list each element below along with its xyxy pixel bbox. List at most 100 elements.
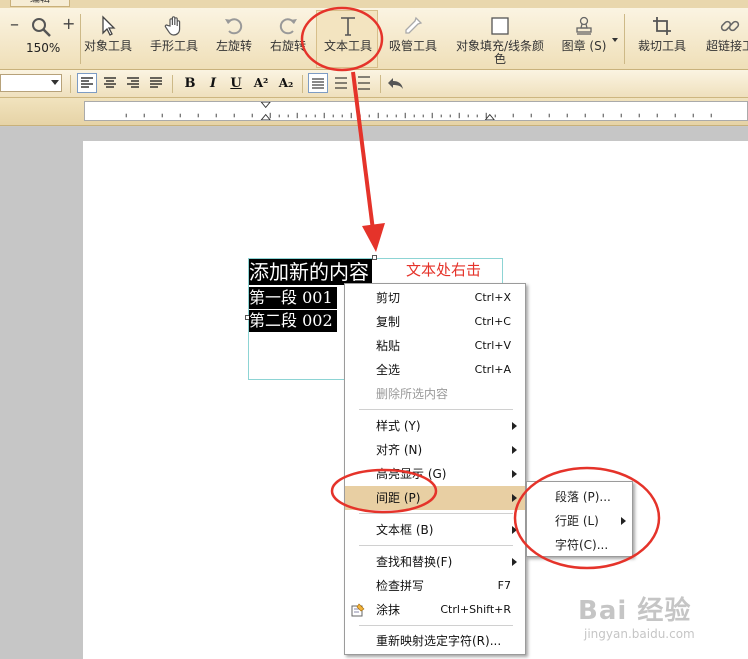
object-tool-button[interactable]: 对象工具	[82, 8, 134, 70]
tool-label: 手形工具	[149, 39, 198, 53]
align-left-button[interactable]	[77, 73, 97, 93]
spacing-submenu: 段落 (P)... 行距 (L) 字符(C)...	[526, 481, 633, 557]
submenu-arrow-icon	[512, 526, 517, 534]
menu-item-label: 检查拼写	[376, 579, 425, 593]
submenu-arrow-icon	[512, 558, 517, 566]
menu-item-label: 样式 (Y)	[376, 419, 421, 433]
text-tool-button[interactable]: 文本工具	[318, 8, 378, 70]
menu-item-label: 复制	[376, 315, 401, 329]
submenu-arrow-icon	[512, 470, 517, 478]
menu-item-shortcut: Ctrl+A	[474, 363, 511, 376]
format-divider	[302, 75, 303, 93]
undo-button[interactable]	[386, 73, 406, 93]
menu-item-spacing[interactable]: 间距 (P)	[345, 486, 525, 510]
submenu-arrow-icon	[621, 517, 626, 525]
tab-edit[interactable]: 编辑	[10, 0, 70, 7]
menu-separator	[359, 513, 513, 514]
hyperlink-icon	[720, 20, 740, 32]
menu-item-label: 间距 (P)	[376, 491, 421, 505]
watermark-brand: Bai 经验	[578, 596, 692, 626]
stamp-dropdown-icon[interactable]	[612, 38, 618, 42]
format-divider	[172, 75, 173, 93]
justify-button[interactable]	[146, 73, 166, 93]
selected-text-line-1[interactable]: 添加新的内容	[249, 259, 372, 285]
menu-item-remap-characters[interactable]: 重新映射选定字符(R)...	[345, 629, 525, 653]
font-size-select[interactable]	[0, 74, 62, 92]
stamp-tool-button[interactable]: 图章 (S)	[556, 8, 612, 70]
menu-item-paste[interactable]: 粘贴 Ctrl+V	[345, 334, 525, 358]
menu-item-shortcut: Ctrl+Shift+R	[440, 603, 511, 616]
menu-item-label: 剪切	[376, 291, 401, 305]
selected-text-line-3[interactable]: 第二段 002	[249, 310, 337, 332]
rotate-right-icon	[279, 18, 297, 35]
crop-icon	[653, 17, 671, 35]
menu-item-label: 文本框 (B)	[376, 523, 434, 537]
tool-label: 图章 (S)	[561, 39, 607, 53]
justify-icon	[150, 77, 162, 88]
spacing-medium-icon	[335, 77, 347, 89]
menu-separator	[359, 625, 513, 626]
menu-item-label: 高亮显示 (G)	[376, 467, 447, 481]
menu-item-align[interactable]: 对齐 (N)	[345, 438, 525, 462]
horizontal-ruler[interactable]	[84, 101, 748, 121]
tool-label: 对象工具	[83, 39, 132, 53]
menu-item-cut[interactable]: 剪切 Ctrl+X	[345, 286, 525, 310]
menu-item-select-all[interactable]: 全选 Ctrl+A	[345, 358, 525, 382]
rotate-right-button[interactable]: 右旋转	[264, 8, 312, 70]
submenu-arrow-icon	[512, 422, 517, 430]
submenu-item-line-spacing[interactable]: 行距 (L)	[527, 509, 632, 533]
menu-item-shortcut: Ctrl+V	[474, 339, 511, 352]
tool-label: 对象填充/线条颜色	[455, 39, 545, 66]
align-center-button[interactable]	[100, 73, 120, 93]
bold-button[interactable]: B	[180, 73, 200, 93]
menu-item-copy[interactable]: 复制 Ctrl+C	[345, 310, 525, 334]
menu-item-text-box[interactable]: 文本框 (B)	[345, 518, 525, 542]
line-spacing-double-button[interactable]	[354, 73, 374, 93]
menu-item-style[interactable]: 样式 (Y)	[345, 414, 525, 438]
zoom-icon[interactable]	[30, 16, 52, 38]
line-spacing-single-button[interactable]	[308, 73, 328, 93]
hand-tool-button[interactable]: 手形工具	[146, 8, 202, 70]
fill-color-tool-button[interactable]: 对象填充/线条颜色	[452, 8, 548, 70]
underline-button[interactable]: U	[226, 73, 246, 93]
hand-icon	[164, 16, 181, 36]
zoom-in-icon[interactable]: +	[62, 14, 75, 33]
italic-button[interactable]: I	[203, 73, 223, 93]
watermark-url: jingyan.baidu.com	[584, 627, 695, 641]
hyperlink-tool-button[interactable]: 超链接工	[700, 8, 748, 70]
fill-color-icon	[491, 17, 509, 35]
align-right-button[interactable]	[123, 73, 143, 93]
stamp-icon	[576, 16, 592, 35]
menu-item-spell-check[interactable]: 检查拼写 F7	[345, 574, 525, 598]
subscript-button[interactable]: A₂	[276, 73, 296, 93]
zoom-level[interactable]: 150%	[26, 41, 60, 55]
menu-item-smear[interactable]: 涂抹 Ctrl+Shift+R	[345, 598, 525, 622]
annotation-hint-text: 文本处右击	[406, 261, 482, 279]
undo-icon	[388, 78, 403, 89]
menu-item-shortcut: Ctrl+C	[474, 315, 511, 328]
submenu-item-paragraph[interactable]: 段落 (P)...	[527, 485, 632, 509]
menu-item-highlight[interactable]: 高亮显示 (G)	[345, 462, 525, 486]
superscript-button[interactable]: A²	[251, 73, 271, 93]
submenu-item-label: 段落 (P)...	[555, 490, 611, 504]
format-divider	[70, 75, 71, 93]
frame-handle-top[interactable]	[372, 255, 377, 260]
align-right-icon	[127, 77, 139, 88]
eyedropper-icon	[405, 16, 423, 34]
menu-item-find-replace[interactable]: 查找和替换(F)	[345, 550, 525, 574]
menu-item-label: 查找和替换(F)	[376, 555, 453, 569]
submenu-arrow-icon	[512, 446, 517, 454]
line-spacing-medium-button[interactable]	[331, 73, 351, 93]
spacing-single-icon	[312, 78, 324, 89]
rotate-left-button[interactable]: 左旋转	[210, 8, 258, 70]
tool-label: 吸管工具	[388, 39, 437, 53]
pointer-icon	[102, 15, 116, 36]
selected-text-line-2[interactable]: 第一段 001	[249, 287, 337, 309]
crop-tool-button[interactable]: 裁切工具	[634, 8, 690, 70]
eyedropper-tool-button[interactable]: 吸管工具	[386, 8, 440, 70]
tab-strip: 编辑	[0, 0, 748, 8]
submenu-item-character[interactable]: 字符(C)...	[527, 533, 632, 557]
menu-separator	[359, 409, 513, 410]
tool-label: 右旋转	[269, 39, 306, 53]
zoom-out-icon[interactable]: –	[10, 14, 19, 35]
